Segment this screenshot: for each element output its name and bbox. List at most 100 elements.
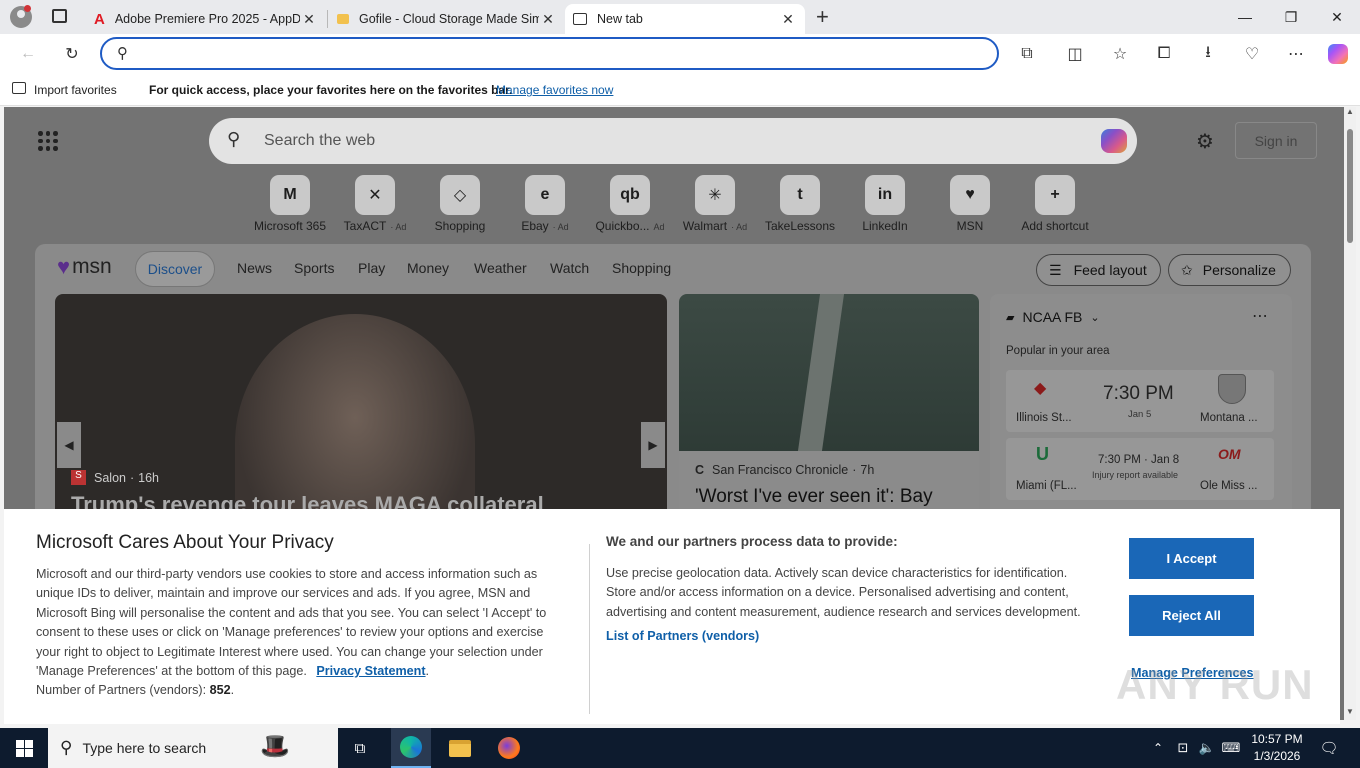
- shortcut-label: MSN: [956, 219, 984, 233]
- privacy-statement-link[interactable]: Privacy Statement: [316, 664, 425, 678]
- extensions-icon[interactable]: ⧉: [1013, 40, 1041, 68]
- ime-icon[interactable]: ⌨: [1220, 728, 1242, 768]
- scrollbar-thumb[interactable]: [1347, 129, 1353, 243]
- volume-icon[interactable]: 🔈: [1196, 728, 1218, 768]
- nav-sports[interactable]: Sports: [294, 260, 334, 276]
- sports-subtitle: Popular in your area: [1006, 345, 1110, 357]
- next-arrow-button[interactable]: ▶: [641, 422, 665, 468]
- feed-layout-button[interactable]: ☰ Feed layout: [1036, 254, 1161, 286]
- tab-adobe[interactable]: A Adobe Premiere Pro 2025 - AppD ✕: [86, 4, 326, 34]
- quick-link-ebay[interactable]: e Ebay · Ad: [502, 175, 588, 233]
- accept-button[interactable]: I Accept: [1129, 538, 1254, 579]
- shortcut-icon: qb: [610, 175, 650, 215]
- team-logo-icon: OM: [1218, 446, 1241, 462]
- tab-actions-icon[interactable]: [52, 9, 67, 23]
- sign-in-button[interactable]: Sign in: [1235, 122, 1317, 159]
- file-explorer-icon[interactable]: [440, 728, 480, 768]
- clock-time: 10:57 PM: [1251, 732, 1303, 746]
- privacy-body: Microsoft and our third-party vendors us…: [36, 567, 547, 698]
- restore-button[interactable]: ❐: [1268, 0, 1314, 34]
- nav-play[interactable]: Play: [358, 260, 385, 276]
- quick-link-walmart[interactable]: ✳ Walmart · Ad: [672, 175, 758, 233]
- nav-shopping[interactable]: Shopping: [612, 260, 671, 276]
- tab-new-tab[interactable]: New tab ✕: [565, 4, 805, 34]
- copilot-icon[interactable]: [1324, 40, 1352, 68]
- profile-icon[interactable]: [10, 5, 32, 28]
- game-row[interactable]: ◆ Illinois St... 7:30 PM Jan 5 Montana .…: [1006, 370, 1274, 432]
- partners-list-link[interactable]: List of Partners (vendors): [606, 629, 759, 643]
- windows-logo-icon: [15, 739, 33, 757]
- prev-arrow-button[interactable]: ◀: [57, 422, 81, 468]
- team1-name: Miami (FL...: [1016, 480, 1077, 492]
- league-name[interactable]: NCAA FB: [1022, 309, 1082, 325]
- quick-link-takelessons[interactable]: t TakeLessons: [757, 175, 843, 233]
- shortcut-icon: ♥: [950, 175, 990, 215]
- card-more-icon[interactable]: ⋯: [1252, 306, 1268, 326]
- game-time: 7:30 PM · Jan 8: [1098, 454, 1180, 466]
- reject-all-button[interactable]: Reject All: [1129, 595, 1254, 636]
- card2-headline[interactable]: 'Worst I've ever seen it': Bay: [695, 486, 933, 508]
- close-tab-icon[interactable]: ✕: [300, 11, 318, 28]
- nav-news[interactable]: News: [237, 260, 272, 276]
- nav-money[interactable]: Money: [407, 260, 449, 276]
- shortcut-icon: ✳: [695, 175, 735, 215]
- msn-logo[interactable]: ♥ msn: [57, 254, 112, 280]
- task-view-icon[interactable]: ⧉: [342, 728, 378, 768]
- personalize-label: Personalize: [1202, 262, 1276, 278]
- chevron-down-icon[interactable]: ⌄: [1090, 311, 1099, 324]
- import-favorites-icon[interactable]: [12, 82, 26, 94]
- page-scrollbar[interactable]: ▲ ▼: [1344, 107, 1356, 720]
- taskbar-search-box[interactable]: ⚲ Type here to search 🎩: [48, 728, 338, 768]
- network-icon[interactable]: ⊡: [1172, 728, 1194, 768]
- clock[interactable]: 10:57 PM 1/3/2026: [1248, 731, 1306, 765]
- manage-favorites-link[interactable]: Manage favorites now: [496, 83, 613, 97]
- quick-link-shopping[interactable]: ◇ Shopping: [417, 175, 503, 233]
- nav-discover[interactable]: Discover: [135, 251, 215, 287]
- shortcut-icon: +: [1035, 175, 1075, 215]
- personalize-button[interactable]: ✩ Personalize: [1168, 254, 1291, 286]
- firefox-icon[interactable]: [489, 728, 529, 768]
- shortcut-icon: M: [270, 175, 310, 215]
- close-tab-icon[interactable]: ✕: [539, 11, 557, 28]
- partners-count: 852: [209, 683, 231, 698]
- quick-link-add-shortcut[interactable]: + Add shortcut: [1012, 175, 1098, 233]
- favorites-icon[interactable]: ☆: [1106, 40, 1134, 68]
- refresh-icon[interactable]: ↻: [58, 40, 86, 68]
- copilot-icon[interactable]: [1101, 129, 1127, 153]
- minimize-button[interactable]: —: [1222, 0, 1268, 34]
- address-bar[interactable]: ⚲: [100, 37, 999, 70]
- more-icon[interactable]: ⋯: [1282, 40, 1310, 68]
- quick-link-quickbo[interactable]: qb Quickbo... Ad: [587, 175, 673, 233]
- nav-watch[interactable]: Watch: [550, 260, 589, 276]
- team2-name: Ole Miss ...: [1200, 480, 1258, 492]
- apps-launcher-icon[interactable]: [38, 131, 58, 151]
- notifications-icon[interactable]: 🗨: [1314, 728, 1344, 768]
- back-icon[interactable]: ←: [14, 40, 42, 68]
- search-icon: ⚲: [227, 129, 241, 149]
- game-note: Injury report available: [1092, 470, 1179, 480]
- quick-link-linkedin[interactable]: in LinkedIn: [842, 175, 928, 233]
- game-row[interactable]: U Miami (FL... 7:30 PM · Jan 8 Injury re…: [1006, 438, 1274, 500]
- shortcut-label: TaxACT: [343, 219, 387, 233]
- quick-link-msn[interactable]: ♥ MSN: [927, 175, 1013, 233]
- provide-body: Use precise geolocation data. Actively s…: [606, 566, 1081, 619]
- settings-gear-icon[interactable]: ⚙: [1196, 129, 1214, 154]
- shortcut-label: LinkedIn: [862, 219, 908, 233]
- edge-taskbar-icon[interactable]: [391, 728, 431, 768]
- close-window-button[interactable]: ✕: [1314, 0, 1360, 34]
- tab-gofile[interactable]: Gofile - Cloud Storage Made Simp ✕: [329, 4, 565, 34]
- quick-link-microsoft-365[interactable]: M Microsoft 365: [247, 175, 333, 233]
- nav-weather[interactable]: Weather: [474, 260, 527, 276]
- split-screen-icon[interactable]: ◫: [1061, 40, 1089, 68]
- web-search-box[interactable]: ⚲ Search the web: [209, 118, 1137, 164]
- taskbar-search-placeholder: Type here to search: [82, 740, 207, 756]
- show-hidden-icons[interactable]: ⌃: [1148, 728, 1168, 768]
- new-tab-button[interactable]: +: [816, 4, 829, 30]
- import-favorites-button[interactable]: Import favorites: [34, 83, 117, 97]
- downloads-icon[interactable]: ⭳: [1194, 40, 1222, 68]
- start-button[interactable]: [0, 728, 48, 768]
- performance-icon[interactable]: ♡: [1238, 40, 1266, 68]
- quick-link-taxact[interactable]: ✕ TaxACT · Ad: [332, 175, 418, 233]
- close-tab-icon[interactable]: ✕: [779, 11, 797, 28]
- collections-icon[interactable]: ⧠: [1150, 40, 1178, 68]
